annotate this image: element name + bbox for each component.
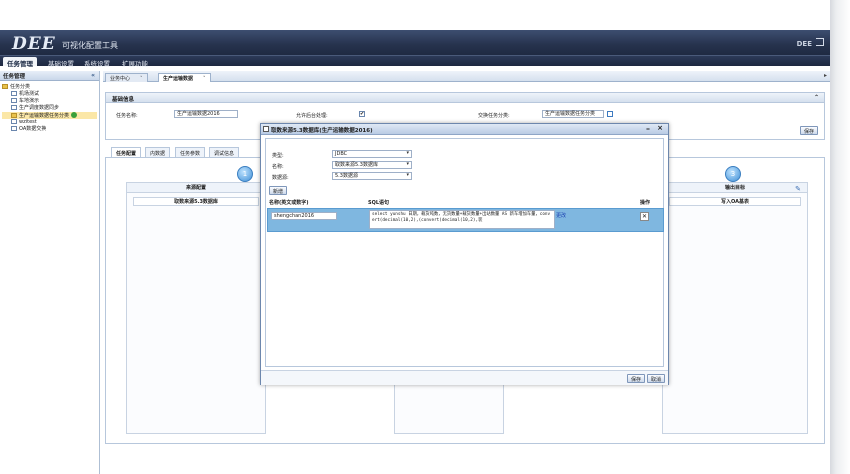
dialog-body: 类型: JDBC 名称: 取数来源5.3数据库 数据源: 5.3数据源 新增 名… [265, 138, 664, 367]
dialog-save-button[interactable]: 保存 [627, 374, 646, 383]
task-name-label: 任务名称: [116, 113, 138, 119]
tree-node-label: 生产调度数据同步 [19, 105, 60, 111]
window-icon [263, 126, 269, 132]
name-label: 名称: [272, 164, 284, 170]
status-ok-icon [71, 112, 78, 118]
folder-icon [2, 84, 8, 89]
document-tabs: 业务中心 ˅ 生产运输数据 ˅ ▸ [103, 71, 830, 82]
close-icon[interactable]: ˅ [140, 76, 143, 82]
app-title: 可视化配置工具 [62, 41, 118, 50]
tree-node-label: 任务分类 [10, 84, 31, 90]
datasource-label: 数据源: [272, 175, 289, 181]
title-banner: DEE 可视化配置工具 DEE [0, 30, 830, 55]
tab-debug-info[interactable]: 调试信息 [209, 147, 240, 157]
add-button[interactable]: 新增 [269, 186, 288, 195]
left-panel-title: 任务管理 [3, 74, 26, 80]
right-edge-shadow [830, 0, 850, 474]
tree-node-label: wzitest [19, 119, 37, 125]
tree-node[interactable]: 机场测试 [2, 91, 97, 98]
tab-production-data[interactable]: 生产运输数据 ˅ [158, 73, 211, 82]
sql-grid-row[interactable]: shengchan2016 select yunshu 日期，载货吨数，无货数量… [267, 208, 664, 232]
dialog-cancel-button[interactable]: 取消 [647, 374, 666, 383]
left-panel-header: 任务管理 « [0, 71, 99, 81]
tree-node[interactable]: OA数据交换 [2, 126, 97, 133]
dialog-titlebar[interactable]: 取数来源5.3数据库(生产运输数据2016) – × [261, 124, 668, 135]
source-panel-title: 来源配置 [127, 183, 265, 193]
edit-sql-link[interactable]: 更改 [556, 212, 566, 219]
banner-brand: DEE [796, 40, 812, 48]
type-label: 类型: [272, 153, 284, 159]
category-picker-icon[interactable] [607, 111, 613, 117]
name-field[interactable]: 取数来源5.3数据库 [332, 161, 412, 169]
col-sql-header: SQL语句 [368, 200, 390, 206]
file-icon [11, 105, 17, 110]
tab-label: 业务中心 [110, 76, 131, 82]
task-tree: 任务分类 机场测试 车地演示 生产调度数据同步 生产运输数据任务分类 wzite… [0, 81, 99, 136]
source-item[interactable]: 取数来源5.3数据库 [133, 197, 259, 206]
tree-node-label: 机场测试 [19, 91, 40, 97]
datasource-dialog: 取数来源5.3数据库(生产运输数据2016) – × 类型: JDBC 名称: … [260, 123, 669, 385]
folder-icon [11, 113, 17, 118]
tree-node-root[interactable]: 任务分类 [2, 84, 97, 91]
tree-node-label: OA数据交换 [19, 126, 47, 132]
source-panel: 来源配置 取数来源5.3数据库 [126, 182, 266, 434]
file-icon [11, 91, 17, 96]
task-category-label: 交换任务分类: [478, 113, 510, 119]
left-panel: 任务管理 « 任务分类 机场测试 车地演示 生产调度数据同步 生产运输数据任务分… [0, 71, 100, 474]
exit-icon[interactable] [816, 38, 824, 46]
task-category-field[interactable]: 生产运输数据任务分类 [542, 110, 604, 118]
tree-node[interactable]: 生产调度数据同步 [2, 105, 97, 112]
dialog-footer: 保存 取消 [261, 370, 668, 385]
tab-task-params[interactable]: 任务参数 [175, 147, 206, 157]
sql-grid-header: 名称(英文或数字) SQL语句 操作 [268, 198, 667, 207]
tab-task-config[interactable]: 任务配置 [111, 147, 142, 157]
menu-extensions[interactable]: 扩展功能 [118, 57, 152, 68]
menu-basic-settings[interactable]: 基础设置 [44, 57, 78, 68]
tree-node[interactable]: 车地演示 [2, 98, 97, 105]
sql-textarea[interactable]: select yunshu 日期，载货吨数，无货数量+载货数量+出站数量 AS … [369, 210, 555, 229]
target-panel-title: 输出目标 ✎ [663, 183, 807, 193]
task-name-field[interactable]: 生产运输数据2016 [174, 110, 238, 118]
file-icon [11, 98, 17, 103]
logo: DEE [12, 34, 56, 54]
col-name-header: 名称(英文或数字) [269, 200, 309, 206]
close-icon[interactable]: × [657, 124, 663, 132]
tab-business-center[interactable]: 业务中心 ˅ [105, 73, 148, 82]
edit-icon[interactable]: ✎ [795, 184, 801, 194]
tree-node-label: 车地演示 [19, 98, 40, 104]
tree-node[interactable]: wzitest [2, 119, 97, 126]
save-button[interactable]: 保存 [799, 126, 818, 135]
dialog-title: 取数来源5.3数据库(生产运输数据2016) [271, 128, 373, 134]
target-panel: 输出目标 ✎ 写入OA基表 [662, 182, 808, 434]
target-step-icon: 3 [725, 166, 741, 182]
tab-label: 生产运输数据 [163, 76, 194, 82]
file-icon [11, 126, 17, 131]
delete-row-icon[interactable]: ✕ [640, 212, 649, 221]
page: DEE 可视化配置工具 DEE 任务管理 基础设置 系统设置 扩展功能 任务管理… [0, 0, 850, 474]
allow-background-checkbox[interactable]: ✔ [359, 111, 365, 117]
minimize-icon[interactable]: – [646, 124, 650, 133]
target-item[interactable]: 写入OA基表 [669, 197, 801, 206]
allow-background-label: 允许后台处理: [296, 113, 328, 119]
basic-info-header: 基础信息 ⌃ [106, 93, 824, 103]
tree-node-selected[interactable]: 生产运输数据任务分类 [2, 112, 97, 119]
collapse-section-icon[interactable]: ⌃ [814, 94, 819, 101]
tab-scroll-icon[interactable]: ▸ [824, 72, 827, 79]
type-select[interactable]: JDBC [332, 150, 412, 158]
menu-system-settings[interactable]: 系统设置 [80, 57, 114, 68]
target-title-text: 输出目标 [724, 185, 745, 191]
source-step-icon: 1 [237, 166, 253, 182]
datasource-select[interactable]: 5.3数据源 [332, 172, 412, 180]
tab-data[interactable]: 内数据 [145, 147, 171, 157]
row-name-field[interactable]: shengchan2016 [271, 212, 337, 220]
col-op-header: 操作 [640, 200, 651, 206]
file-icon [11, 119, 17, 124]
menu-bar: 任务管理 基础设置 系统设置 扩展功能 [0, 55, 830, 68]
collapse-icon[interactable]: « [91, 72, 95, 79]
top-margin [0, 0, 850, 30]
close-icon[interactable]: ˅ [203, 76, 206, 82]
menu-task-management[interactable]: 任务管理 [3, 57, 37, 68]
basic-info-title: 基础信息 [112, 97, 135, 103]
